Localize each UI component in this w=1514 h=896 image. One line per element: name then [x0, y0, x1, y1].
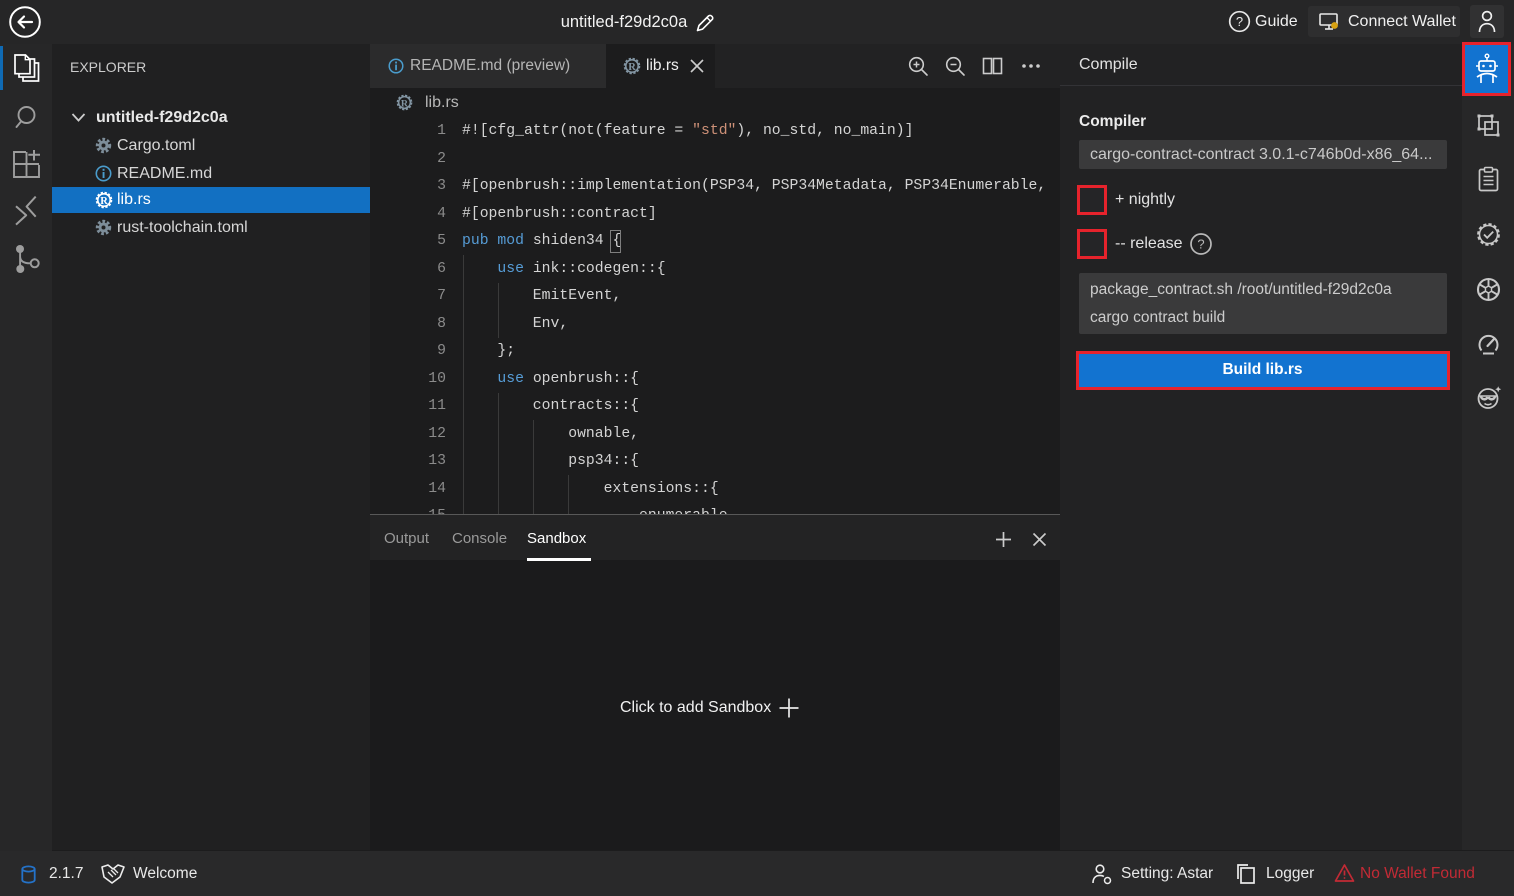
svg-text:R: R: [628, 62, 636, 73]
svg-text:R: R: [401, 98, 409, 109]
svg-text:?: ?: [1236, 14, 1243, 29]
svg-text:?: ?: [1197, 237, 1204, 252]
svg-text:R: R: [100, 196, 108, 207]
